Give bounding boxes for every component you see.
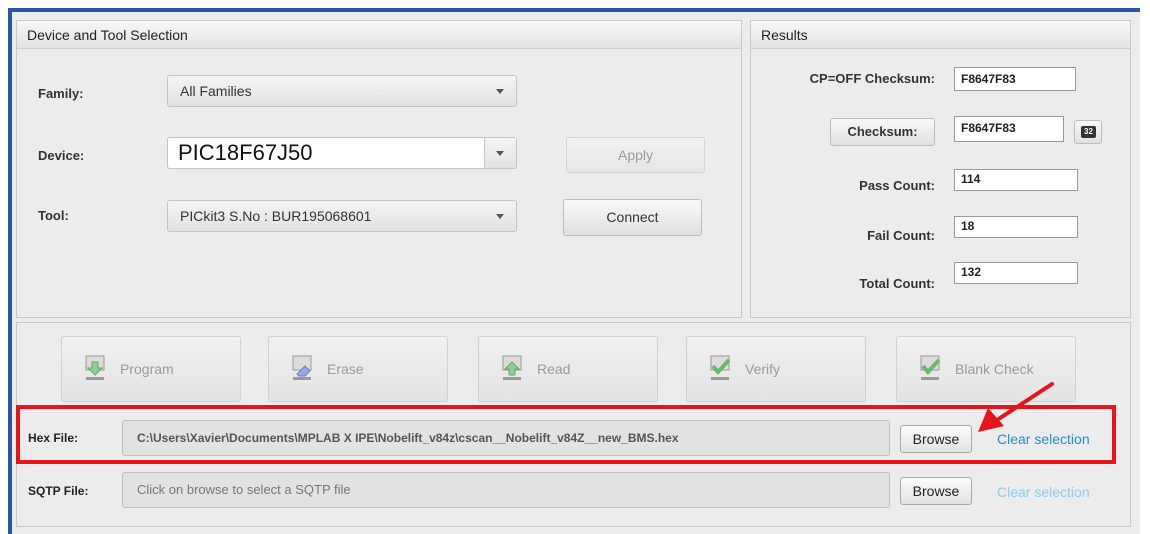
pass-count-value: 114 xyxy=(954,169,1078,191)
sqtp-clear-selection-link[interactable]: Clear selection xyxy=(997,484,1090,500)
family-value: All Families xyxy=(180,83,252,99)
erase-icon xyxy=(292,355,312,380)
device-label: Device: xyxy=(38,148,85,163)
device-value: PIC18F67J50 xyxy=(178,140,313,165)
sqtp-browse-button[interactable]: Browse xyxy=(900,477,972,505)
chevron-down-icon xyxy=(496,89,504,94)
chevron-down-icon xyxy=(496,214,504,219)
fail-count-label: Fail Count: xyxy=(867,228,935,243)
total-count-label: Total Count: xyxy=(859,276,935,291)
verify-icon xyxy=(710,355,731,380)
read-icon xyxy=(502,355,522,380)
read-label: Read xyxy=(537,361,571,377)
program-button[interactable]: Program xyxy=(61,336,241,402)
annotation-arrow-icon xyxy=(978,382,1054,432)
family-select[interactable]: All Families xyxy=(167,75,517,107)
total-count-value: 132 xyxy=(954,262,1078,284)
sqtp-file-path: Click on browse to select a SQTP file xyxy=(122,472,890,508)
bits-32-icon: 32 xyxy=(1081,126,1096,138)
pass-count-label: Pass Count: xyxy=(859,178,935,193)
bits-32-button[interactable]: 32 xyxy=(1074,120,1102,144)
tool-value: PICkit3 S.No : BUR195068601 xyxy=(180,208,372,224)
read-button[interactable]: Read xyxy=(478,336,658,402)
device-tool-panel-title: Device and Tool Selection xyxy=(17,21,741,49)
apply-button[interactable]: Apply xyxy=(566,137,705,173)
checksum-value: F8647F83 xyxy=(954,116,1064,142)
cp-off-checksum-value: F8647F83 xyxy=(954,67,1076,91)
fail-count-value: 18 xyxy=(954,216,1078,238)
blank-check-label: Blank Check xyxy=(955,361,1034,377)
program-label: Program xyxy=(120,361,174,377)
checksum-button[interactable]: Checksum: xyxy=(830,118,935,146)
highlight-box xyxy=(16,405,1116,464)
sqtp-file-label: SQTP File: xyxy=(28,484,89,498)
device-combobox[interactable]: PIC18F67J50 xyxy=(167,137,517,169)
verify-button[interactable]: Verify xyxy=(686,336,866,402)
cp-off-checksum-label: CP=OFF Checksum: xyxy=(809,71,935,86)
tool-label: Tool: xyxy=(38,208,69,223)
program-icon xyxy=(85,355,105,380)
blank-check-icon xyxy=(920,355,941,380)
device-dropdown-button[interactable] xyxy=(484,138,516,168)
verify-label: Verify xyxy=(745,361,781,377)
results-panel-title: Results xyxy=(751,21,1130,49)
erase-label: Erase xyxy=(327,361,364,377)
erase-button[interactable]: Erase xyxy=(268,336,448,402)
family-label: Family: xyxy=(38,86,84,101)
tool-select[interactable]: PICkit3 S.No : BUR195068601 xyxy=(167,200,517,232)
chevron-down-icon xyxy=(496,151,504,156)
connect-button[interactable]: Connect xyxy=(563,199,702,236)
